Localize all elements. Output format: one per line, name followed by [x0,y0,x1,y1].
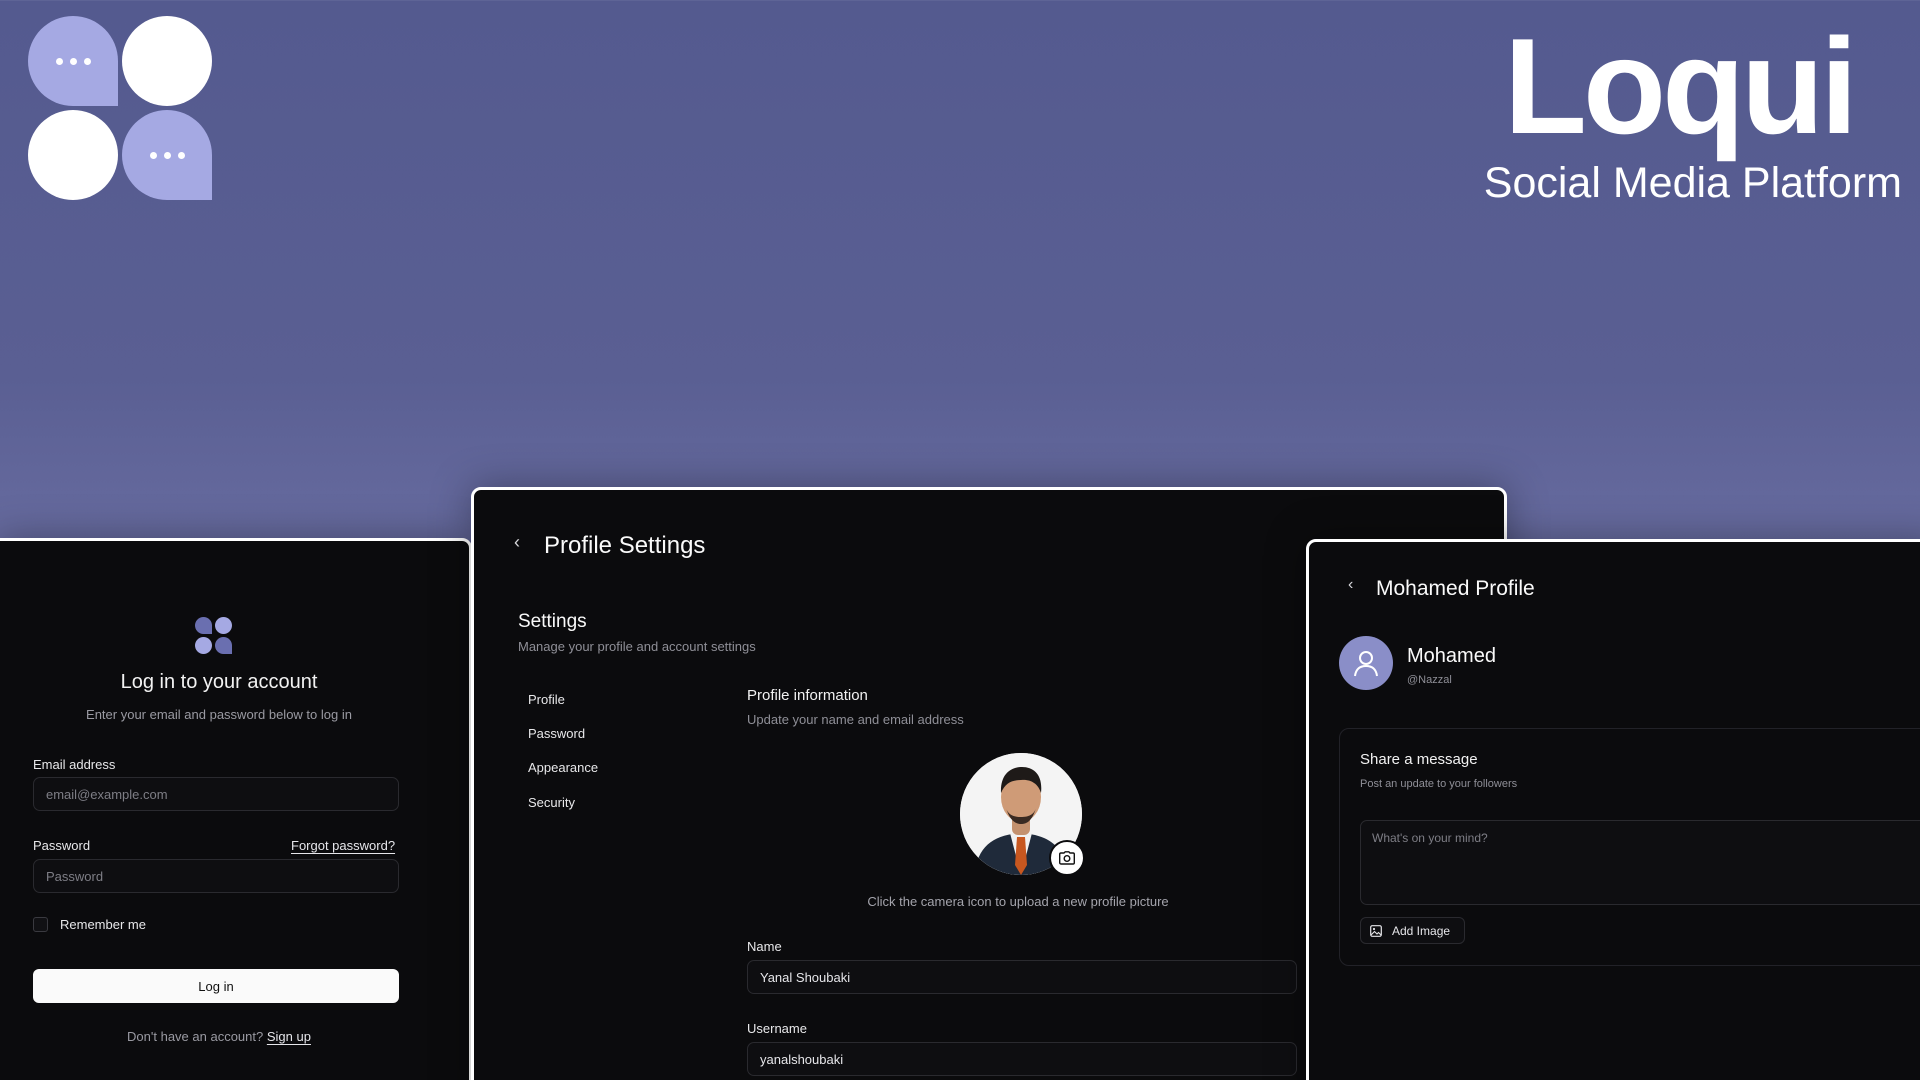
no-account-text: Don't have an account? [127,1029,264,1044]
brand-name: Loqui [1503,10,1858,162]
share-subtitle: Post an update to your followers [1360,778,1518,790]
brand-tagline: Social Media Platform [1483,159,1902,207]
user-handle: @Nazzal [1407,674,1452,686]
post-textarea[interactable]: What's on your mind? [1360,820,1920,905]
password-input[interactable]: Password [33,859,399,893]
login-title: Log in to your account [120,671,318,693]
profile-info-title: Profile information [747,687,868,704]
share-title: Share a message [1360,751,1478,768]
email-label: Email address [33,757,116,772]
nav-item-profile[interactable]: Profile [528,692,565,707]
email-input[interactable]: email@example.com [33,777,399,811]
page-title: Mohamed Profile [1376,577,1535,600]
chat-bubble-icon [122,110,212,200]
display-name: Mohamed [1407,645,1496,667]
login-panel: Log in to your account Enter your email … [0,538,472,1080]
add-image-label: Add Image [1392,923,1451,938]
user-avatar-icon [1339,636,1393,690]
login-button[interactable]: Log in [33,969,399,1003]
logo-circle [122,16,212,106]
remember-me-label: Remember me [60,917,146,932]
signup-prompt: Don't have an account? Sign up [0,1029,439,1044]
page-title: Profile Settings [544,532,706,559]
name-input[interactable]: Yanal Shoubaki [747,960,1297,994]
nav-item-security[interactable]: Security [528,795,575,810]
signup-link[interactable]: Sign up [267,1029,311,1044]
add-image-button[interactable]: Add Image [1360,917,1465,944]
remember-me-checkbox[interactable] [33,917,48,932]
settings-subtitle: Manage your profile and account settings [518,639,756,654]
password-label: Password [33,838,91,853]
settings-title: Settings [518,611,587,632]
back-chevron-icon[interactable]: ‹ [514,532,520,553]
nav-item-password[interactable]: Password [528,726,585,741]
logo-circle [28,110,118,200]
profile-panel: ‹ Mohamed Profile Mohamed @Nazzal Share … [1306,539,1920,1080]
camera-icon[interactable] [1049,840,1085,876]
login-subtitle: Enter your email and password below to l… [86,707,352,722]
image-icon [1370,924,1382,937]
username-label: Username [747,1021,807,1036]
nav-item-appearance[interactable]: Appearance [528,760,598,775]
profile-info-subtitle: Update your name and email address [747,712,964,727]
upload-hint: Click the camera icon to upload a new pr… [867,894,1169,909]
back-chevron-icon[interactable]: ‹ [1348,576,1353,594]
name-label: Name [747,939,782,954]
forgot-password-link[interactable]: Forgot password? [291,838,395,853]
chat-bubble-icon [28,16,118,106]
share-card: Share a message Post an update to your f… [1339,728,1920,966]
brand-logo [28,16,213,201]
app-logo-icon [195,617,233,655]
username-input[interactable]: yanalshoubaki [747,1042,1297,1076]
